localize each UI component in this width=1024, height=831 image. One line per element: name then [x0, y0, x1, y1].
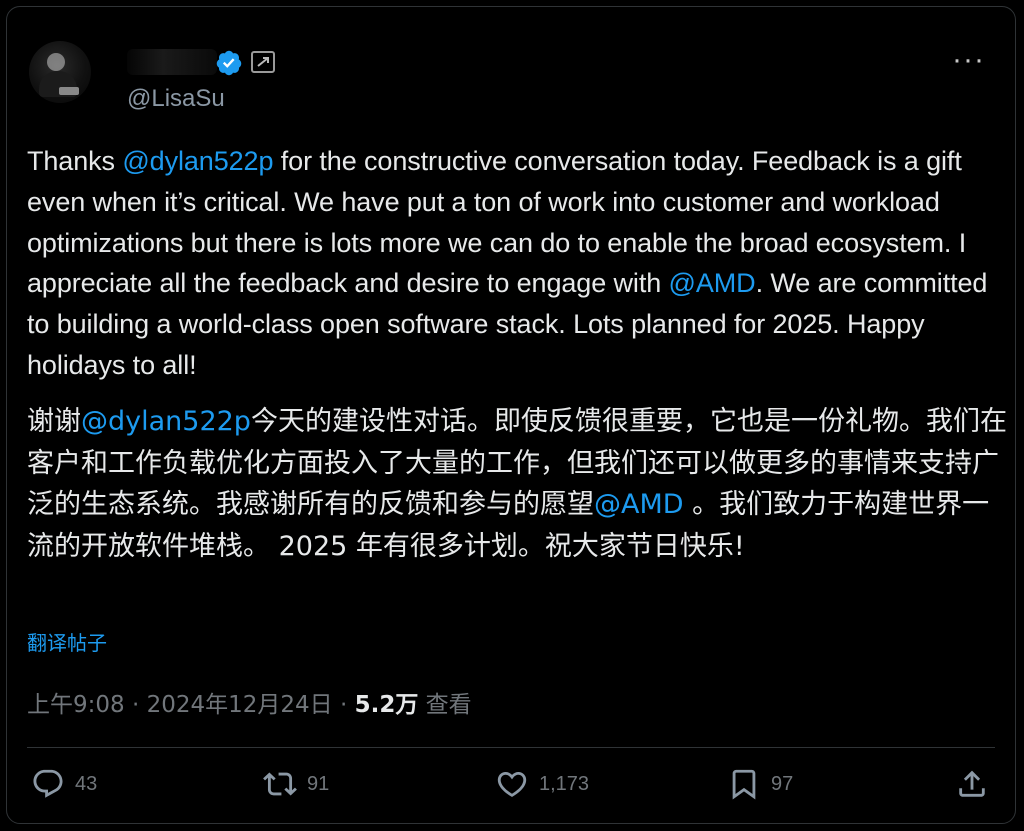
- bookmark-count: 97: [771, 772, 794, 795]
- repost-icon: [263, 772, 297, 796]
- more-icon[interactable]: ···: [952, 43, 985, 77]
- reply-icon: [33, 769, 63, 798]
- verified-icon: [216, 50, 242, 76]
- repost-count: 91: [307, 772, 330, 795]
- post-date[interactable]: 2024年12月24日: [147, 692, 333, 718]
- tweet-text-english: Thanks @dylan522p for the constructive c…: [27, 141, 1007, 386]
- meta-separator: ·: [124, 692, 147, 718]
- views-count: 5.2万: [354, 692, 419, 718]
- share-button[interactable]: [955, 767, 989, 801]
- text-segment: 谢谢: [27, 406, 81, 437]
- tweet-header: @LisaSu ···: [25, 21, 997, 113]
- mention-amd-zh[interactable]: @AMD: [594, 489, 684, 520]
- repost-button[interactable]: 91: [263, 767, 329, 801]
- bookmark-button[interactable]: 97: [727, 767, 793, 801]
- like-icon: [497, 771, 527, 797]
- tweet-card: @LisaSu ··· Thanks @dylan522p for the co…: [6, 6, 1016, 824]
- mention-dylan522p-zh[interactable]: @dylan522p: [81, 406, 251, 437]
- meta-separator: ·: [332, 692, 355, 718]
- mention-dylan522p[interactable]: @dylan522p: [122, 146, 273, 176]
- like-count: 1,173: [539, 772, 590, 795]
- reply-button[interactable]: 43: [31, 767, 97, 801]
- tweet-text-chinese: 谢谢@dylan522p今天的建设性对话。即使反馈很重要，它也是一份礼物。我们在…: [27, 401, 1007, 567]
- author-handle[interactable]: @LisaSu: [127, 85, 225, 113]
- affiliation-icon[interactable]: [251, 51, 275, 73]
- text-segment: Thanks: [27, 146, 123, 176]
- reply-count: 43: [75, 772, 98, 795]
- views-label: 查看: [418, 692, 472, 718]
- avatar-head: [47, 53, 65, 71]
- like-button[interactable]: 1,173: [495, 767, 589, 801]
- divider: [27, 747, 995, 748]
- avatar[interactable]: [29, 41, 91, 103]
- affiliation-logo-icon: [257, 57, 269, 67]
- mention-amd[interactable]: @AMD: [669, 268, 756, 298]
- tweet-meta: 上午9:08 · 2024年12月24日 · 5.2万 查看: [27, 685, 472, 719]
- translate-post-link[interactable]: 翻译帖子: [27, 627, 107, 656]
- display-name-blurred[interactable]: [127, 49, 217, 75]
- action-bar: 43 91 1,173 97: [31, 767, 985, 811]
- bookmark-icon: [732, 769, 756, 800]
- avatar-badge: [59, 87, 79, 95]
- post-time[interactable]: 上午9:08: [27, 692, 125, 718]
- share-icon: [959, 770, 985, 797]
